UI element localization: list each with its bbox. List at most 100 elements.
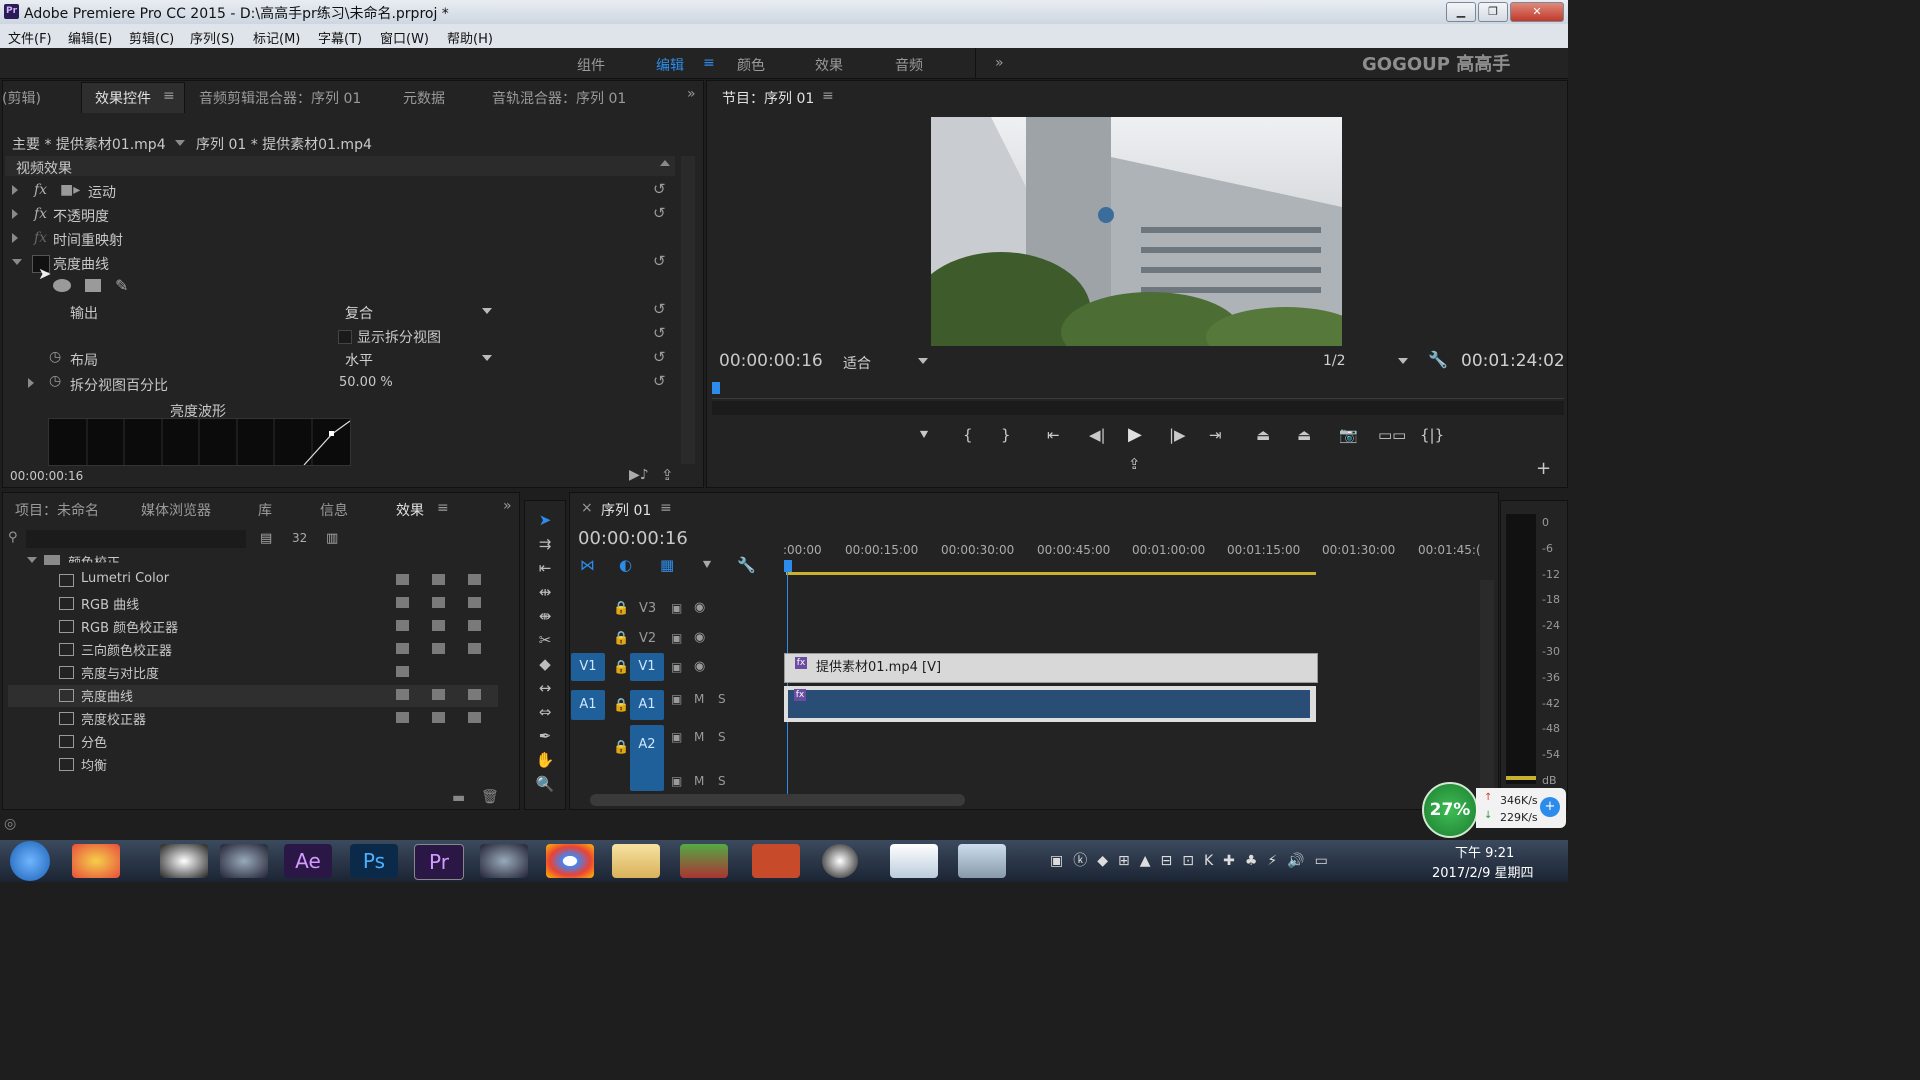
eye-icon[interactable]: ◉ bbox=[694, 630, 705, 645]
tab-project[interactable]: 项目：未命名 bbox=[15, 500, 99, 520]
menu-clip[interactable]: 剪辑(C) bbox=[129, 28, 174, 47]
workspace-assembly[interactable]: 组件 bbox=[577, 55, 605, 75]
layout-dropdown[interactable]: 水平 bbox=[345, 350, 373, 370]
scrollbar[interactable] bbox=[681, 156, 695, 464]
mute-button[interactable]: M bbox=[694, 774, 704, 788]
sync-lock-icon[interactable]: ▣ bbox=[671, 631, 682, 645]
expand-time-remap-icon[interactable] bbox=[12, 233, 18, 243]
effect-list-item[interactable]: RGB 曲线 bbox=[81, 594, 139, 613]
clock-date[interactable]: 2017/2/9 星期四 bbox=[1432, 862, 1534, 881]
paint-icon[interactable] bbox=[958, 844, 1006, 878]
reset-icon[interactable]: ↺ bbox=[653, 300, 666, 318]
mute-button[interactable]: M bbox=[694, 730, 704, 744]
source-v1[interactable]: V1 bbox=[571, 653, 605, 681]
yuv-effects-icon[interactable]: ▥ bbox=[326, 531, 338, 546]
work-area-bar[interactable] bbox=[786, 572, 1316, 575]
timeline-vscroll[interactable] bbox=[1480, 580, 1494, 790]
clock-time[interactable]: 下午 9:21 bbox=[1455, 842, 1514, 861]
explorer-icon[interactable] bbox=[612, 844, 660, 878]
rectangle-mask-icon[interactable] bbox=[85, 279, 101, 292]
ellipse-mask-icon[interactable] bbox=[53, 279, 71, 292]
status-icon[interactable]: ◎ bbox=[4, 816, 16, 832]
extract-icon[interactable]: ⏏ bbox=[1297, 426, 1311, 444]
tab-source[interactable]: (剪辑) bbox=[2, 88, 41, 108]
luma-curve-graph[interactable] bbox=[48, 418, 351, 466]
eye-icon[interactable]: ◉ bbox=[694, 600, 705, 615]
solo-button[interactable]: S bbox=[718, 774, 726, 788]
workspace-menu-icon[interactable]: ≡ bbox=[703, 55, 715, 71]
chevron-down-icon[interactable] bbox=[482, 355, 492, 361]
workspace-effects[interactable]: 效果 bbox=[815, 55, 843, 75]
accelerated-effects-icon[interactable]: ▤ bbox=[260, 531, 272, 546]
tab-libraries[interactable]: 库 bbox=[258, 500, 272, 520]
network-percent-badge[interactable]: 27% bbox=[1422, 782, 1478, 838]
lock-icon[interactable]: 🔒 bbox=[613, 660, 629, 675]
sync-lock-icon[interactable]: ▣ bbox=[671, 692, 682, 706]
workspace-audio[interactable]: 音频 bbox=[895, 55, 923, 75]
reset-icon[interactable]: ↺ bbox=[653, 324, 666, 342]
go-to-out-icon[interactable]: ⇥ bbox=[1209, 426, 1222, 444]
obs-icon[interactable] bbox=[822, 844, 858, 878]
export-icon[interactable]: ⇪ bbox=[661, 466, 674, 484]
trim-icon[interactable]: {|} bbox=[1420, 426, 1444, 444]
effects-search-input[interactable] bbox=[26, 530, 246, 548]
workspace-color[interactable]: 颜色 bbox=[737, 55, 765, 75]
effect-list-item[interactable]: 均衡 bbox=[81, 755, 107, 774]
output-dropdown[interactable]: 复合 bbox=[345, 303, 373, 323]
tab-effects[interactable]: 效果 bbox=[396, 500, 424, 520]
hand-tool-icon[interactable]: ✋ bbox=[534, 751, 556, 769]
lock-icon[interactable]: 🔒 bbox=[613, 601, 629, 616]
eye-icon[interactable]: ◉ bbox=[694, 659, 705, 674]
play-audio-icon[interactable]: ▶♪ bbox=[629, 467, 649, 483]
sequence-tab[interactable]: 序列 01 bbox=[601, 500, 651, 520]
effect-list-item[interactable]: 亮度校正器 bbox=[81, 709, 146, 728]
split-view-label[interactable]: 显示拆分视图 bbox=[357, 327, 441, 347]
reset-icon[interactable]: ↺ bbox=[653, 180, 666, 198]
lock-icon[interactable]: 🔒 bbox=[613, 631, 629, 646]
rate-stretch-tool-icon[interactable]: ⇼ bbox=[534, 607, 556, 625]
sync-lock-icon[interactable]: ▣ bbox=[671, 601, 682, 615]
close-sequence-icon[interactable]: × bbox=[581, 500, 593, 516]
resolution-dropdown[interactable]: 1/2 bbox=[1323, 353, 1346, 369]
split-percent-value[interactable]: 50.00 % bbox=[339, 375, 393, 390]
menu-title[interactable]: 字幕(T) bbox=[318, 28, 362, 47]
sync-lock-icon[interactable]: ▣ bbox=[671, 730, 682, 744]
stopwatch-icon[interactable]: ◷ bbox=[49, 349, 61, 365]
rolling-edit-tool-icon[interactable]: ⇹ bbox=[534, 583, 556, 601]
program-monitor-title[interactable]: 节目：序列 01 bbox=[722, 88, 814, 108]
premiere-icon[interactable]: Pr bbox=[414, 844, 464, 880]
go-to-in-icon[interactable]: ⇤ bbox=[1047, 426, 1060, 444]
effect-list-item[interactable]: 亮度与对比度 bbox=[81, 663, 159, 682]
media-icon[interactable] bbox=[680, 844, 728, 878]
add-marker-icon[interactable]: ⯆ bbox=[918, 426, 930, 444]
timeline-timecode[interactable]: 00:00:00:16 bbox=[578, 528, 688, 549]
ripple-edit-tool-icon[interactable]: ⇤ bbox=[534, 559, 556, 577]
source-a1[interactable]: A1 bbox=[571, 690, 605, 720]
mark-out-icon[interactable]: } bbox=[1001, 426, 1011, 444]
reset-icon[interactable]: ↺ bbox=[653, 372, 666, 390]
slide-tool-icon[interactable]: ↔ bbox=[534, 679, 556, 697]
menu-help[interactable]: 帮助(H) bbox=[447, 28, 493, 47]
tab-media-browser[interactable]: 媒体浏览器 bbox=[141, 500, 211, 520]
system-tray-icons[interactable]: ▣ⓚ◆⊞▲⊟⊡K✚♣⚡🔊▭ bbox=[1050, 850, 1400, 870]
add-button-icon[interactable]: + bbox=[1536, 458, 1551, 479]
workspace-editing[interactable]: 编辑 bbox=[656, 55, 684, 75]
step-back-icon[interactable]: ◀| bbox=[1089, 426, 1106, 444]
effect-motion[interactable]: 运动 bbox=[88, 182, 116, 202]
tab-effect-controls[interactable]: 效果控件 bbox=[95, 88, 151, 108]
compare-view-icon[interactable]: ▭▭ bbox=[1378, 426, 1406, 444]
solo-button[interactable]: S bbox=[718, 730, 726, 744]
effect-luma-curve[interactable]: 亮度曲线 bbox=[53, 254, 109, 274]
fx-icon[interactable]: fx bbox=[34, 182, 47, 198]
mute-button[interactable]: M bbox=[694, 692, 704, 706]
step-forward-icon[interactable]: |▶ bbox=[1169, 426, 1186, 444]
chevron-down-icon[interactable] bbox=[918, 358, 928, 364]
wrench-icon[interactable]: 🔧 bbox=[1428, 350, 1448, 369]
tab-audio-track-mixer[interactable]: 音轨混合器：序列 01 bbox=[492, 88, 626, 108]
timeline-hscroll[interactable] bbox=[590, 794, 965, 806]
camera-icon[interactable]: 📷 bbox=[1339, 426, 1358, 444]
new-bin-icon[interactable]: ▬ bbox=[452, 790, 465, 806]
colors-icon[interactable] bbox=[72, 844, 120, 878]
panel-menu-icon[interactable]: ≡ bbox=[163, 88, 175, 104]
panel-menu-icon[interactable]: ≡ bbox=[822, 88, 834, 104]
